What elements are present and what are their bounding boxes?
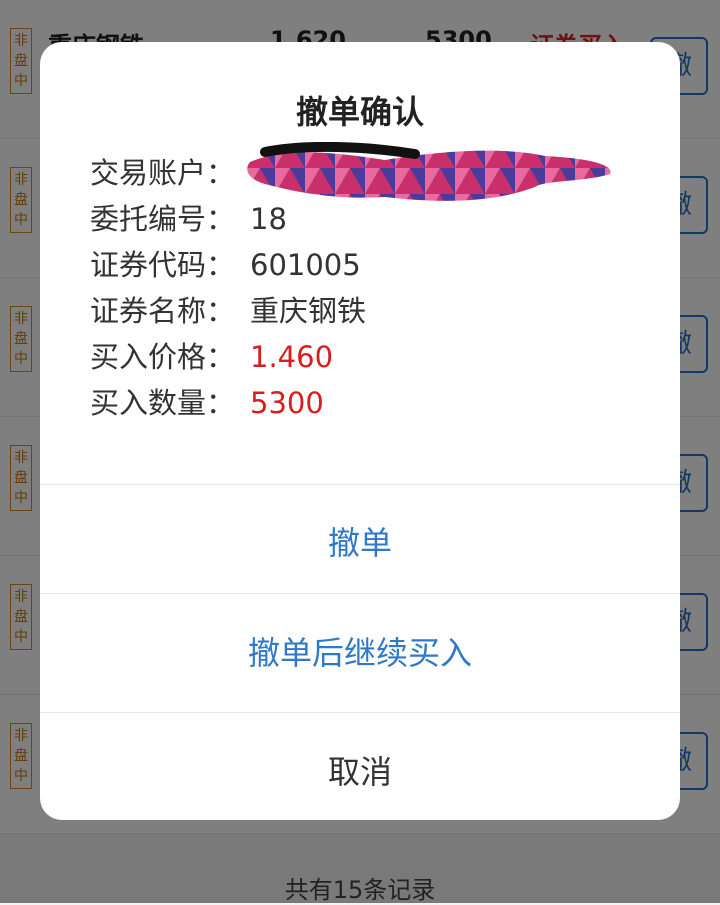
- dismiss-button[interactable]: 取消: [40, 747, 680, 793]
- detail-stock-code: 证券代码： 601005: [90, 242, 366, 288]
- detail-label: 买入价格：: [90, 340, 236, 374]
- divider: [40, 593, 680, 594]
- detail-label: 交易账户：: [90, 156, 236, 190]
- buy-price-value: 1.460: [250, 340, 334, 374]
- buy-quantity-value: 5300: [250, 386, 324, 420]
- stock-code-value: 601005: [250, 248, 361, 282]
- detail-buy-quantity: 买入数量： 5300: [90, 380, 366, 426]
- detail-label: 证券代码：: [90, 248, 236, 282]
- divider: [40, 712, 680, 713]
- cancel-confirm-dialog: 撤单确认 交易账户： 委托编号： 18 证券代码： 601005 证券名称： 重…: [40, 42, 680, 820]
- detail-stock-name: 证券名称： 重庆钢铁: [90, 288, 366, 334]
- detail-label: 委托编号：: [90, 202, 236, 236]
- account-redaction: [247, 142, 611, 201]
- detail-label: 买入数量：: [90, 386, 236, 420]
- cancel-and-rebuy-button[interactable]: 撤单后继续买入: [40, 628, 680, 674]
- cancel-order-confirm-button[interactable]: 撤单: [40, 518, 680, 564]
- dialog-title: 撤单确认: [295, 93, 424, 131]
- detail-buy-price: 买入价格： 1.460: [90, 334, 366, 380]
- stock-name-value: 重庆钢铁: [250, 294, 367, 328]
- divider: [40, 484, 680, 485]
- detail-label: 证券名称：: [90, 294, 236, 328]
